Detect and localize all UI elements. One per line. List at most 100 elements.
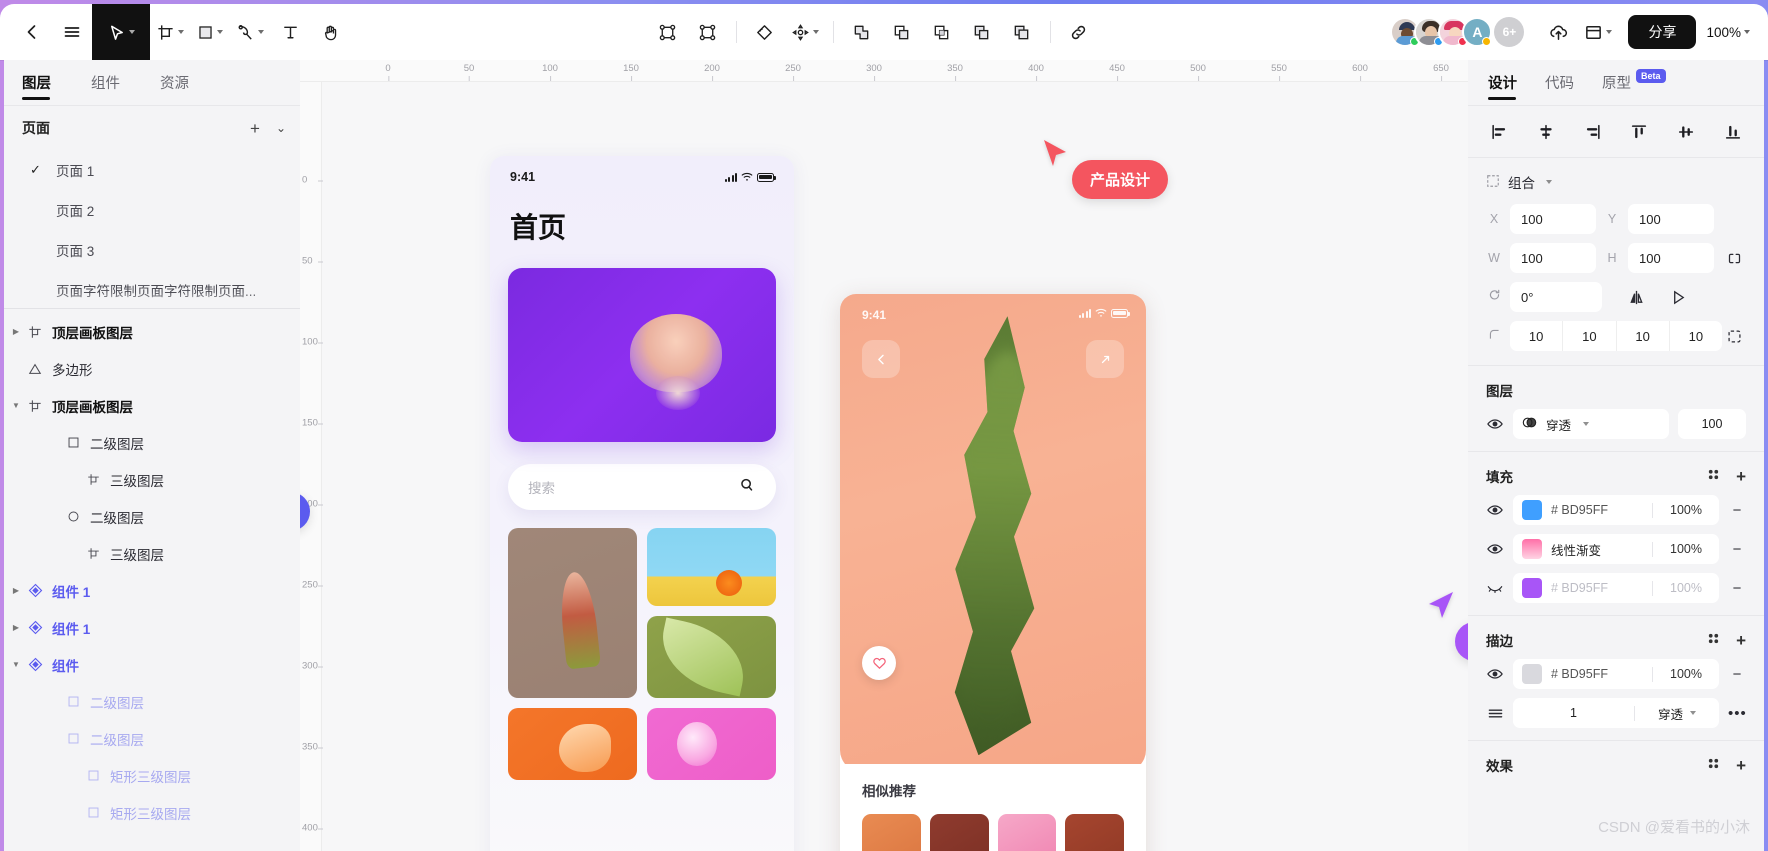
eye-icon[interactable] — [1486, 418, 1504, 430]
align-right-icon[interactable] — [1584, 123, 1602, 141]
avatar-more-count[interactable]: 6+ — [1494, 17, 1525, 47]
y-input[interactable]: 100 — [1628, 204, 1714, 234]
layer-row[interactable]: ▼ 顶层画板图层 — [4, 387, 300, 424]
grid-tile[interactable] — [647, 708, 776, 780]
opacity-input[interactable]: 100 — [1678, 409, 1746, 439]
add-page-icon[interactable]: + — [250, 120, 260, 137]
transform-icon[interactable] — [785, 12, 825, 52]
text-tool-button[interactable] — [270, 12, 310, 52]
link-icon[interactable] — [1059, 12, 1099, 52]
align-center-h-icon[interactable] — [1537, 123, 1555, 141]
eye-icon[interactable] — [1486, 504, 1504, 516]
layer-row[interactable]: 二级图层 — [4, 720, 300, 757]
similar-thumb[interactable] — [997, 814, 1057, 851]
page-item[interactable]: 页面字符限制页面字符限制页面... — [4, 270, 300, 308]
fill-item[interactable]: # BD95FF 100% — [1513, 495, 1719, 525]
link-ratio-icon[interactable] — [1722, 251, 1746, 266]
share-button[interactable]: 分享 — [1628, 15, 1697, 49]
boolean-union-icon[interactable] — [842, 12, 882, 52]
blend-mode-selector[interactable]: 穿透 — [1513, 409, 1669, 439]
w-input[interactable]: 100 — [1510, 243, 1596, 273]
layer-row-component[interactable]: ▶ 组件 1 — [4, 609, 300, 646]
add-effect-icon[interactable]: + — [1736, 757, 1746, 774]
hamburger-menu-icon[interactable] — [52, 12, 92, 52]
disclosure-right-icon[interactable]: ▶ — [8, 327, 24, 336]
remove-fill-icon[interactable]: − — [1728, 580, 1746, 597]
back-arrow-icon[interactable] — [12, 12, 52, 52]
page-item[interactable]: ✓ 页面 1 — [4, 150, 300, 190]
align-top-icon[interactable] — [1630, 123, 1648, 141]
tab-components[interactable]: 组件 — [91, 60, 136, 106]
layer-row-component[interactable]: ▶ 组件 1 — [4, 572, 300, 609]
share-button[interactable] — [1086, 340, 1124, 378]
grid-tile[interactable] — [508, 708, 637, 780]
favorite-button[interactable] — [862, 646, 896, 680]
eye-icon[interactable] — [1486, 668, 1504, 680]
radius-tr-input[interactable]: 10 — [1563, 321, 1617, 351]
pen-tool-button[interactable] — [230, 12, 270, 52]
boolean-intersect-icon[interactable] — [922, 12, 962, 52]
align-center-v-icon[interactable] — [1677, 123, 1695, 141]
canvas-area[interactable]: 0 50 100 150 200 250 300 350 400 450 500 550 600 650 … — [300, 60, 1468, 851]
frame-tool-button[interactable] — [150, 12, 190, 52]
layer-row[interactable]: ▶ 顶层画板图层 — [4, 313, 300, 350]
page-item[interactable]: 页面 2 — [4, 190, 300, 230]
fill-item[interactable]: 线性渐变 100% — [1513, 534, 1719, 564]
collapse-pages-icon[interactable]: ⌄ — [276, 122, 286, 134]
layer-row[interactable]: 三级图层 — [4, 535, 300, 572]
similar-thumb[interactable] — [862, 814, 921, 851]
back-button[interactable] — [862, 340, 900, 378]
tab-design[interactable]: 设计 — [1488, 60, 1517, 106]
select-tool-button[interactable] — [92, 4, 150, 60]
stroke-style-icon[interactable] — [1486, 707, 1504, 720]
gradient-swatch[interactable] — [1522, 539, 1542, 559]
h-input[interactable]: 100 — [1628, 243, 1714, 273]
mask-icon[interactable] — [745, 12, 785, 52]
tab-code[interactable]: 代码 — [1545, 60, 1574, 106]
stroke-more-icon[interactable]: ••• — [1728, 705, 1746, 722]
color-swatch[interactable] — [1522, 664, 1542, 684]
x-input[interactable]: 100 — [1510, 204, 1596, 234]
add-fill-icon[interactable]: + — [1736, 468, 1746, 485]
cloud-upload-icon[interactable] — [1538, 12, 1578, 52]
eye-icon[interactable] — [1486, 543, 1504, 555]
similar-thumb[interactable] — [1065, 814, 1124, 851]
radius-bl-input[interactable]: 10 — [1670, 321, 1722, 351]
component-instance-icon[interactable] — [688, 12, 728, 52]
flip-vertical-icon[interactable] — [1666, 289, 1690, 306]
layer-row[interactable]: 二级图层 — [4, 424, 300, 461]
stroke-styles-icon[interactable] — [1707, 632, 1720, 648]
artboard-home[interactable]: 9:41 首页 搜索 — [490, 156, 794, 851]
artboard-detail[interactable]: 9:41 相似推荐 — [840, 294, 1146, 851]
group-type-selector[interactable]: 组合 — [1486, 172, 1746, 192]
grid-tile[interactable] — [647, 616, 776, 698]
search-input[interactable]: 搜索 — [508, 464, 776, 510]
layer-row[interactable]: 二级图层 — [4, 498, 300, 535]
tab-assets[interactable]: 资源 — [160, 60, 205, 106]
tab-layers[interactable]: 图层 — [22, 60, 67, 106]
independent-corners-icon[interactable] — [1722, 329, 1746, 344]
remove-fill-icon[interactable]: − — [1728, 502, 1746, 519]
color-swatch[interactable] — [1522, 500, 1542, 520]
page-item[interactable]: 页面 3 — [4, 230, 300, 270]
layer-row[interactable]: 矩形三级图层 — [4, 757, 300, 794]
radius-br-input[interactable]: 10 — [1617, 321, 1670, 351]
boolean-subtract-icon[interactable] — [882, 12, 922, 52]
shape-tool-button[interactable] — [190, 12, 230, 52]
align-bottom-icon[interactable] — [1724, 123, 1742, 141]
disclosure-down-icon[interactable]: ▼ — [8, 401, 24, 410]
color-swatch[interactable] — [1522, 578, 1542, 598]
hero-card[interactable] — [508, 268, 776, 442]
layer-row-component[interactable]: ▼ 组件 — [4, 646, 300, 683]
grid-tile[interactable] — [647, 528, 776, 606]
radius-tl-input[interactable]: 10 — [1510, 321, 1564, 351]
boolean-flatten-icon[interactable] — [1002, 12, 1042, 52]
canvas-stage[interactable]: 9:41 首页 搜索 9:41 相似推荐 — [322, 82, 1468, 851]
stroke-width-and-position[interactable]: 1 穿透 — [1513, 698, 1719, 728]
boolean-exclude-icon[interactable] — [962, 12, 1002, 52]
layer-row[interactable]: 矩形三级图层 — [4, 794, 300, 831]
add-stroke-icon[interactable]: + — [1736, 632, 1746, 649]
remove-stroke-icon[interactable]: − — [1728, 666, 1746, 683]
search-icon[interactable] — [738, 476, 756, 499]
layer-row[interactable]: 多边形 — [4, 350, 300, 387]
